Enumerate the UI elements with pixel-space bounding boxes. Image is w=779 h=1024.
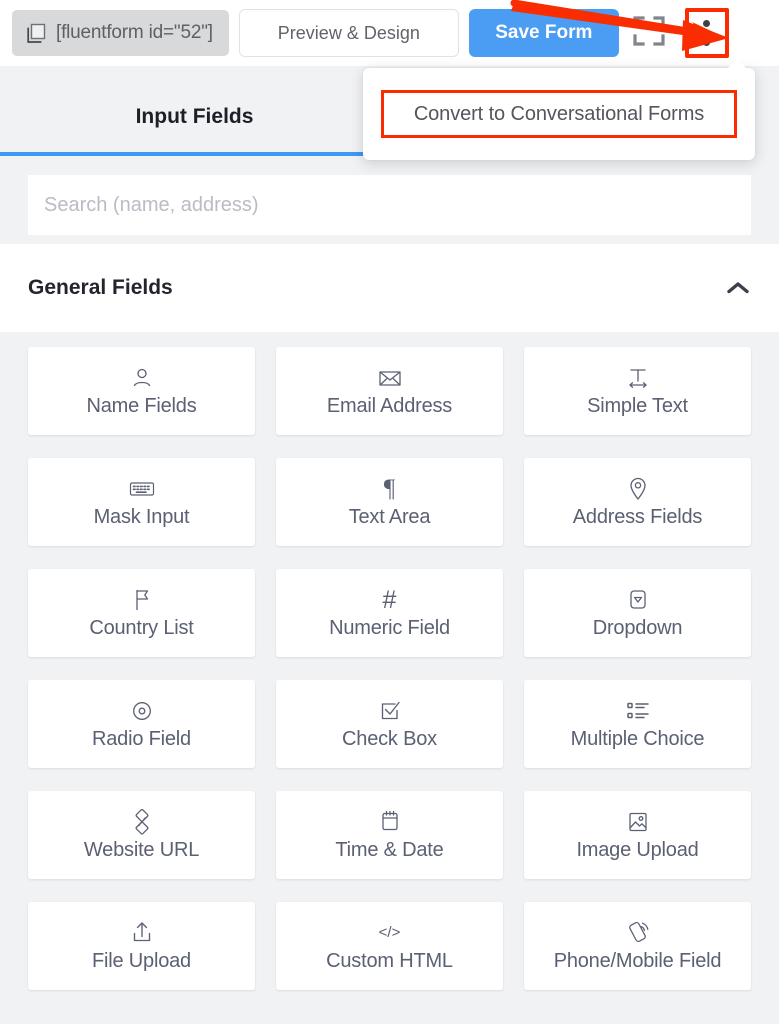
upload-icon	[130, 920, 154, 946]
field-card-name-fields[interactable]: Name Fields	[28, 347, 255, 435]
field-card-label: File Upload	[92, 949, 191, 972]
tab-input-fields-label: Input Fields	[135, 105, 254, 128]
field-card-label: Dropdown	[592, 616, 683, 639]
radio-circle-icon	[130, 698, 154, 724]
field-card-country-list[interactable]: Country List	[28, 569, 255, 657]
shortcode-text: [fluentform id="52"]	[56, 22, 213, 43]
field-card-multiple-choice[interactable]: Multiple Choice	[524, 680, 751, 768]
top-toolbar: [fluentform id="52"] Preview & Design Sa…	[0, 0, 779, 66]
dropdown-arrow-pointer	[727, 59, 747, 69]
field-card-numeric-field[interactable]: # Numeric Field	[276, 569, 503, 657]
pilcrow-icon: ¶	[383, 474, 396, 502]
checkbox-check-icon	[378, 698, 402, 724]
preview-design-label: Preview & Design	[277, 22, 420, 43]
search-bar-area	[0, 160, 779, 244]
field-card-label: Address Fields	[572, 505, 703, 528]
field-card-dropdown[interactable]: Dropdown	[524, 569, 751, 657]
menu-item-label: Convert to Conversational Forms	[413, 102, 705, 125]
field-card-file-upload[interactable]: File Upload	[28, 902, 255, 990]
field-card-label: Website URL	[83, 838, 200, 861]
tab-input-fields[interactable]: Input Fields	[0, 78, 389, 156]
field-card-label: Mask Input	[93, 505, 190, 528]
tab-active-underline	[0, 152, 389, 156]
field-card-label: Numeric Field	[329, 616, 450, 639]
flag-icon	[132, 587, 152, 613]
more-vertical-icon	[703, 18, 711, 49]
link-icon	[129, 808, 155, 835]
user-icon	[130, 365, 154, 391]
field-card-label: Multiple Choice	[570, 727, 705, 750]
hash-icon: #	[382, 585, 397, 614]
code-icon: </>	[378, 923, 401, 941]
list-icon	[625, 698, 651, 724]
field-card-website-url[interactable]: Website URL	[28, 791, 255, 879]
map-pin-icon	[628, 476, 648, 502]
field-card-label: Simple Text	[587, 394, 688, 417]
field-card-label: Phone/Mobile Field	[553, 949, 722, 972]
field-card-text-area[interactable]: ¶ Text Area	[276, 458, 503, 546]
shortcode-pill[interactable]: [fluentform id="52"]	[12, 10, 229, 56]
field-card-label: Country List	[89, 616, 194, 639]
phone-icon	[626, 920, 650, 946]
more-options-dropdown: Convert to Conversational Forms	[363, 59, 755, 160]
field-card-label: Image Upload	[576, 838, 699, 861]
field-card-label: Radio Field	[92, 727, 191, 750]
save-form-button[interactable]: Save Form	[468, 9, 619, 57]
fullscreen-button[interactable]	[629, 11, 669, 55]
field-card-label: Custom HTML	[326, 949, 453, 972]
save-form-label: Save Form	[495, 22, 593, 43]
field-card-custom-html[interactable]: </> Custom HTML	[276, 902, 503, 990]
menu-item-convert-conversational[interactable]: Convert to Conversational Forms	[381, 90, 737, 138]
envelope-icon	[378, 365, 402, 391]
field-card-label: Check Box	[342, 727, 437, 750]
field-card-label: Email Address	[326, 394, 453, 417]
dropdown-caret-icon	[627, 587, 649, 613]
search-input[interactable]	[28, 175, 751, 235]
field-card-time-date[interactable]: Time & Date	[276, 791, 503, 879]
image-icon	[626, 809, 650, 835]
field-grid: Name Fields Email Address Simple Text Ma…	[0, 332, 779, 1024]
chevron-up-icon[interactable]	[725, 276, 751, 300]
field-card-label: Name Fields	[86, 394, 197, 417]
section-title: General Fields	[28, 276, 173, 299]
field-card-phone-mobile-field[interactable]: Phone/Mobile Field	[524, 902, 751, 990]
form-builder-screen: [fluentform id="52"] Preview & Design Sa…	[0, 0, 779, 1024]
text-width-icon	[625, 365, 651, 391]
field-card-email-address[interactable]: Email Address	[276, 347, 503, 435]
field-card-image-upload[interactable]: Image Upload	[524, 791, 751, 879]
field-card-check-box[interactable]: Check Box	[276, 680, 503, 768]
more-options-button[interactable]	[684, 8, 729, 58]
field-card-simple-text[interactable]: Simple Text	[524, 347, 751, 435]
copy-icon	[26, 23, 46, 44]
fullscreen-icon	[632, 15, 666, 52]
field-card-mask-input[interactable]: Mask Input	[28, 458, 255, 546]
general-fields-section-header: General Fields	[0, 244, 779, 332]
keyboard-icon	[129, 476, 155, 502]
field-card-label: Time & Date	[335, 838, 444, 861]
field-card-label: Text Area	[348, 505, 431, 528]
calendar-icon	[379, 809, 401, 835]
field-card-address-fields[interactable]: Address Fields	[524, 458, 751, 546]
field-card-radio-field[interactable]: Radio Field	[28, 680, 255, 768]
preview-design-button[interactable]: Preview & Design	[238, 9, 459, 57]
